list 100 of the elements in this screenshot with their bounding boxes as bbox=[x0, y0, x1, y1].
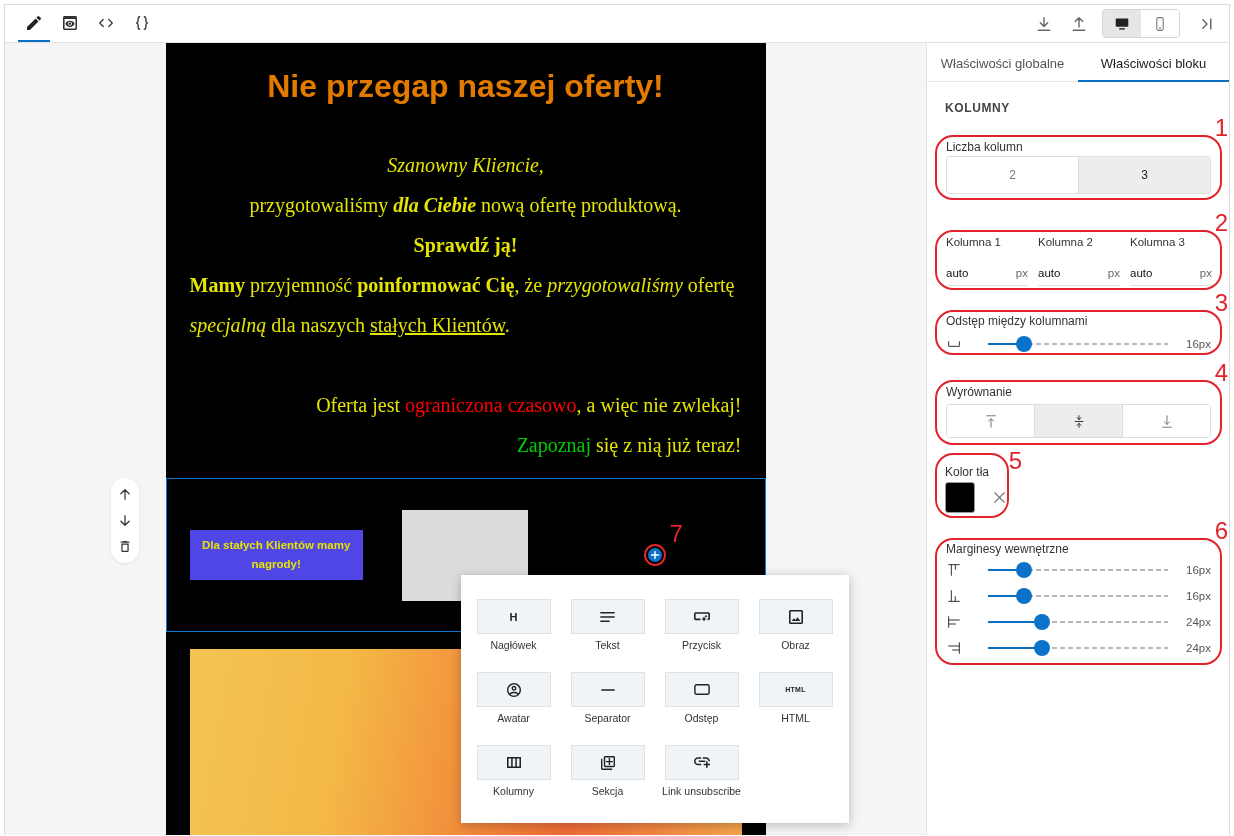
greeting-text: Szanowny Kliencie, bbox=[386, 153, 545, 179]
intro-text: przygotowaliśmy dla Ciebie nową ofertę produktową. bbox=[248, 193, 683, 219]
rectangle-icon bbox=[693, 684, 710, 695]
field-label: Odstęp między kolumnami bbox=[946, 314, 1089, 329]
slider-thumb[interactable] bbox=[1016, 588, 1032, 604]
column-count-option[interactable]: 3 bbox=[1078, 157, 1210, 193]
minus-icon bbox=[600, 687, 615, 692]
field-label: Marginesy wewnętrzne bbox=[946, 542, 1070, 557]
slider-track[interactable] bbox=[988, 336, 1168, 352]
collapse-icon bbox=[1202, 17, 1212, 30]
padding-right-icon bbox=[948, 642, 960, 654]
download-icon bbox=[1037, 16, 1051, 31]
annotation-number: 2 bbox=[1214, 211, 1228, 235]
pencil-icon bbox=[27, 15, 41, 30]
slider-thumb[interactable] bbox=[1016, 336, 1032, 352]
block-option-button[interactable] bbox=[570, 745, 645, 780]
move-up-button[interactable] bbox=[119, 489, 130, 501]
align-middle-icon bbox=[1073, 414, 1084, 428]
block-option-label: Separator bbox=[584, 712, 631, 725]
block-option-button[interactable] bbox=[476, 745, 551, 780]
clear-color-button[interactable] bbox=[994, 492, 1005, 503]
unit-label: px bbox=[1199, 266, 1212, 279]
annotation-number: 4 bbox=[1214, 361, 1228, 385]
avatar-icon bbox=[506, 682, 521, 697]
email-heading: Nie przegap naszej oferty! bbox=[266, 67, 665, 106]
eye-window-icon bbox=[63, 15, 77, 30]
add-section-icon bbox=[600, 755, 615, 770]
trash-icon bbox=[119, 540, 130, 552]
block-option-label: Odstęp bbox=[684, 712, 719, 725]
notice-text: Oferta jest ograniczona czasowo, a więc nie zwlekaj! bbox=[315, 393, 742, 419]
field-label: Kolumna 2 bbox=[1038, 235, 1094, 250]
width-input[interactable]: auto bbox=[1038, 264, 1088, 281]
cta-button[interactable]: Dla stałych Klientów mamy nagrody! bbox=[189, 530, 363, 580]
annotation-number: 1 bbox=[1214, 116, 1228, 140]
slider-track[interactable] bbox=[988, 588, 1168, 604]
link-plus-icon bbox=[693, 757, 710, 768]
align-top-icon bbox=[985, 414, 996, 428]
block-option-button[interactable]: H bbox=[476, 599, 551, 634]
field-label: Kolumna 1 bbox=[946, 235, 1002, 250]
block-option-label: Sekcja bbox=[591, 785, 624, 798]
notice-text: Zapoznaj się z nią już teraz! bbox=[515, 433, 742, 459]
align-bottom-icon bbox=[1161, 414, 1172, 428]
block-option-button[interactable] bbox=[758, 599, 833, 634]
slider-thumb[interactable] bbox=[1016, 562, 1032, 578]
field-label: Kolor tła bbox=[945, 465, 991, 480]
value-label: 16px bbox=[1185, 338, 1211, 350]
value-label: 16px bbox=[1185, 590, 1211, 602]
block-option-label: Link unsubscribe bbox=[662, 785, 741, 798]
field-label: Liczba kolumn bbox=[946, 140, 1024, 155]
padding-left-icon bbox=[948, 616, 960, 628]
space-bracket-icon bbox=[948, 341, 960, 347]
value-label: 24px bbox=[1185, 616, 1211, 628]
slider-thumb[interactable] bbox=[1034, 614, 1050, 630]
block-option-label: Nagłówek bbox=[490, 639, 537, 652]
slider-track[interactable] bbox=[988, 562, 1168, 578]
width-input[interactable]: auto bbox=[1130, 264, 1180, 281]
move-down-button[interactable] bbox=[119, 515, 130, 526]
slider-track[interactable] bbox=[988, 614, 1168, 630]
delete-button[interactable] bbox=[119, 540, 130, 552]
braces-icon bbox=[135, 15, 149, 30]
close-icon bbox=[994, 492, 1005, 503]
padding-bottom-icon bbox=[948, 590, 960, 602]
unit-label: px bbox=[1107, 266, 1120, 279]
block-option-label: Kolumny bbox=[493, 785, 534, 798]
body-paragraph: Mamy przyjemność poinformować Cię, że przygotowaliśmy ofertę specjalną dla naszych stałych Klientów. bbox=[189, 273, 736, 339]
color-swatch[interactable] bbox=[945, 482, 975, 513]
annotation-number: 7 bbox=[669, 522, 683, 546]
arrow-down-icon bbox=[119, 515, 130, 526]
callout-text: Sprawdź ją! bbox=[412, 233, 519, 259]
field-label: Wyrównanie bbox=[946, 385, 1013, 400]
unit-label: px bbox=[1015, 266, 1028, 279]
annotation-number: 6 bbox=[1214, 519, 1228, 543]
columns-icon bbox=[506, 757, 521, 768]
panel-tab[interactable]: Właściwości globalne bbox=[927, 43, 1078, 82]
desktop-view-button[interactable] bbox=[1103, 10, 1141, 37]
section-heading: KOLUMNY bbox=[945, 101, 1011, 115]
slider-thumb[interactable] bbox=[1034, 640, 1050, 656]
monitor-icon bbox=[1115, 16, 1129, 31]
block-option-label: HTML bbox=[781, 712, 810, 725]
panel-tab[interactable]: Właściwości bloku bbox=[1078, 43, 1229, 82]
text-link[interactable]: stałych Klientów bbox=[370, 314, 505, 336]
value-label: 24px bbox=[1185, 642, 1211, 654]
width-input[interactable]: auto bbox=[946, 264, 996, 281]
arrow-up-icon bbox=[119, 489, 130, 501]
image-icon bbox=[788, 609, 803, 624]
phone-icon bbox=[1153, 16, 1167, 31]
block-option-label: Obraz bbox=[781, 639, 810, 652]
upload-icon bbox=[1072, 16, 1086, 31]
block-option-label: Awatar bbox=[497, 712, 530, 725]
block-option-label: Tekst bbox=[595, 639, 620, 652]
block-option-label: Przycisk bbox=[681, 639, 722, 652]
block-option-button[interactable] bbox=[476, 672, 551, 707]
annotation-number: 5 bbox=[1008, 449, 1022, 473]
field-label: Kolumna 3 bbox=[1130, 235, 1186, 250]
value-label: 16px bbox=[1185, 564, 1211, 576]
text-lines-icon bbox=[600, 611, 615, 622]
button-sparkle-icon bbox=[693, 611, 710, 622]
annotation-number: 3 bbox=[1214, 291, 1228, 315]
slider-track[interactable] bbox=[988, 640, 1168, 656]
padding-top-icon bbox=[948, 564, 960, 576]
